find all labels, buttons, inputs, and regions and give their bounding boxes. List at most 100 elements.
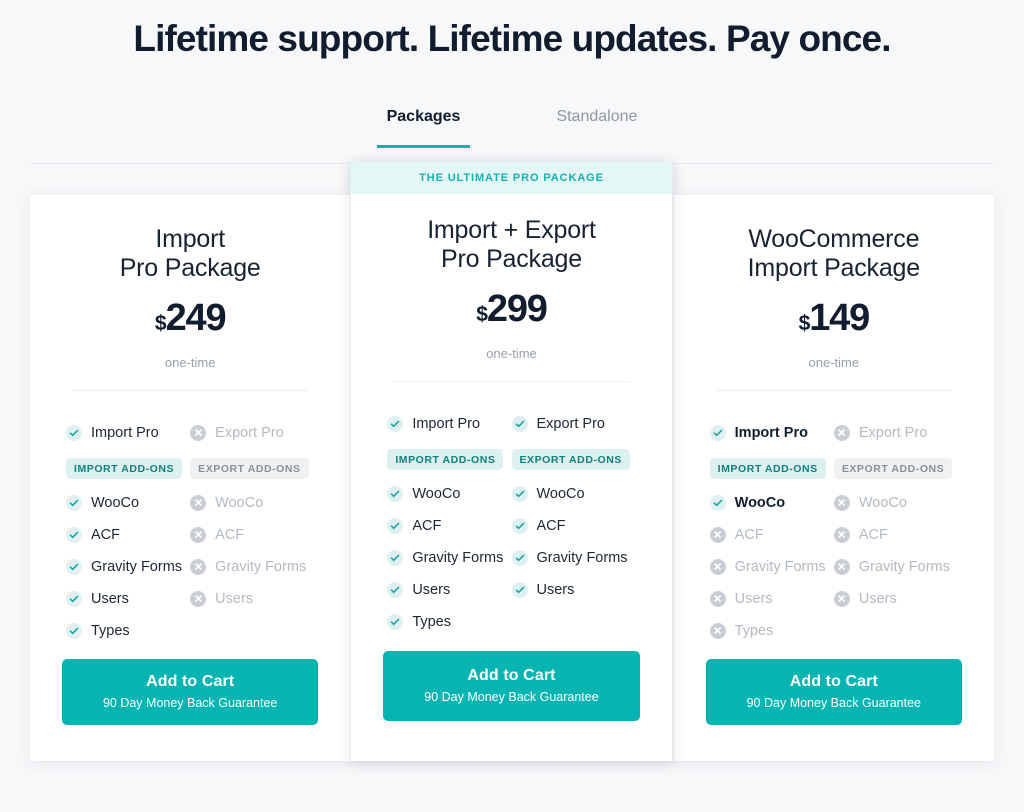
feature-label: WooCo: [412, 485, 461, 502]
cta-subtitle: 90 Day Money Back Guarantee: [746, 696, 922, 711]
cta-title: Add to Cart: [467, 667, 556, 685]
feature-label: ACF: [858, 526, 888, 543]
card-body: Import Pro Package $249 one-time Import Pro I…: [58, 195, 322, 761]
add-to-cart-button[interactable]: Add to Cart 90 Day Money Back Guarantee: [705, 659, 962, 726]
price-currency: $: [154, 311, 167, 335]
feature-label: WooCo: [536, 485, 585, 502]
cross-icon: [190, 590, 207, 607]
check-icon: [66, 558, 82, 575]
check-icon: [387, 613, 404, 630]
add-to-cart-button[interactable]: Add to Cart 90 Day Money Back Guarantee: [383, 651, 640, 722]
addons-badge-import: IMPORT ADD-ONS: [709, 457, 826, 479]
feature-row-export-export-pro: Export Pro: [511, 408, 636, 440]
card-body: Import + Export Pro Package $299 one-time Im…: [379, 194, 643, 761]
price-currency: $: [798, 311, 811, 335]
check-icon: [511, 485, 528, 502]
card-divider: [393, 380, 630, 382]
feature-column-import: Import Pro IMPORT ADD-ONS WooCo ACF Gravity …: [387, 408, 511, 638]
cross-icon: [833, 424, 850, 441]
feature-row-export-gravity-forms: Gravity Forms: [190, 551, 314, 583]
check-icon: [66, 622, 82, 639]
card-title-line-1: Import + Export: [427, 216, 596, 245]
price-note: one-time: [164, 354, 216, 370]
check-icon: [511, 517, 528, 534]
feature-row-export-acf: ACF: [833, 519, 958, 551]
feature-label: Export Pro: [536, 415, 606, 432]
feature-label: Types: [412, 613, 452, 630]
pricing-card-1: Import Pro Package $249 one-time Import Pro I…: [30, 195, 351, 762]
feature-row-export-users: Users: [190, 583, 314, 615]
feature-label: Users: [734, 590, 773, 607]
feature-grid: Import Pro IMPORT ADD-ONS WooCo ACF Gravity …: [702, 417, 966, 647]
card-price: $299: [379, 290, 643, 328]
add-to-cart-button[interactable]: Add to Cart 90 Day Money Back Guarantee: [62, 659, 319, 726]
feature-label: Users: [215, 590, 254, 607]
feature-column-import: Import Pro IMPORT ADD-ONS WooCo ACF Gravity …: [709, 417, 834, 647]
price-currency: $: [476, 302, 488, 326]
feature-label: Gravity Forms: [215, 558, 307, 575]
feature-row-import-gravity-forms: Gravity Forms: [66, 551, 190, 583]
check-icon: [66, 526, 82, 543]
cross-icon: [833, 494, 850, 511]
tab-standalone[interactable]: Standalone: [546, 102, 647, 148]
feature-row-import-types: Types: [387, 606, 511, 638]
addons-badge-import: IMPORT ADD-ONS: [387, 448, 504, 470]
check-icon: [511, 549, 528, 566]
cross-icon: [833, 590, 850, 607]
feature-column-export: Export Pro EXPORT ADD-ONS WooCo ACF Gravity …: [511, 408, 636, 638]
cta-wrap: Add to Cart 90 Day Money Back Guarantee: [702, 659, 966, 761]
feature-row-import-import-pro: Import Pro: [66, 417, 190, 449]
feature-row-import-wooco: WooCo: [387, 478, 511, 510]
feature-label: Gravity Forms: [412, 549, 504, 566]
feature-row-export-wooco: WooCo: [511, 478, 636, 510]
feature-row-export-acf: ACF: [511, 510, 636, 542]
feature-row-import-users: Users: [387, 574, 511, 606]
feature-row-import-gravity-forms: Gravity Forms: [387, 542, 511, 574]
feature-label: Users: [536, 581, 575, 598]
card-price: $149: [702, 299, 966, 337]
check-icon: [387, 549, 404, 566]
cross-icon: [833, 526, 850, 543]
cross-icon: [833, 558, 850, 575]
feature-row-import-types: Types: [709, 615, 834, 647]
pricing-card-list: Import Pro Package $249 one-time Import Pro I…: [30, 161, 994, 762]
feature-label: Types: [91, 622, 130, 639]
feature-row-import-wooco: WooCo: [66, 487, 190, 519]
tab-packages[interactable]: Packages: [376, 102, 471, 149]
feature-label: ACF: [536, 517, 566, 534]
feature-label: WooCo: [215, 494, 264, 511]
feature-row-export-export-pro: Export Pro: [190, 417, 314, 449]
check-icon: [66, 590, 82, 607]
check-icon: [387, 517, 404, 534]
feature-label: Gravity Forms: [91, 558, 183, 575]
cta-title: Add to Cart: [146, 673, 235, 691]
check-icon: [709, 494, 726, 511]
feature-label: Gravity Forms: [536, 549, 628, 566]
addons-badge-export: EXPORT ADD-ONS: [833, 457, 953, 479]
price-amount: 299: [486, 287, 548, 330]
card-divider: [72, 389, 309, 391]
price-amount: 249: [165, 296, 227, 339]
check-icon: [511, 581, 528, 598]
feature-label: Users: [91, 590, 129, 607]
check-icon: [511, 415, 528, 432]
pricing-tabs: Packages Standalone: [0, 102, 1024, 165]
feature-label: ACF: [91, 526, 120, 543]
feature-row-export-gravity-forms: Gravity Forms: [833, 551, 958, 583]
feature-column-import: Import Pro IMPORT ADD-ONS WooCo ACF Gravity …: [66, 417, 190, 647]
feature-grid: Import Pro IMPORT ADD-ONS WooCo ACF Gravity …: [58, 417, 322, 647]
check-icon: [709, 424, 726, 441]
feature-label: ACF: [412, 517, 442, 534]
feature-row-export-acf: ACF: [190, 519, 314, 551]
card-title-line-2: Pro Package: [441, 244, 582, 273]
feature-row-export-users: Users: [511, 574, 636, 606]
card-title-line-1: Import: [155, 225, 225, 254]
card-title: WooCommerce Import Package: [702, 225, 966, 282]
feature-label: Gravity Forms: [734, 558, 826, 575]
cross-icon: [190, 558, 207, 575]
cta-subtitle: 90 Day Money Back Guarantee: [102, 696, 278, 711]
feature-label: WooCo: [734, 494, 786, 511]
check-icon: [66, 424, 82, 441]
feature-row-import-acf: ACF: [387, 510, 511, 542]
feature-row-import-acf: ACF: [709, 519, 834, 551]
